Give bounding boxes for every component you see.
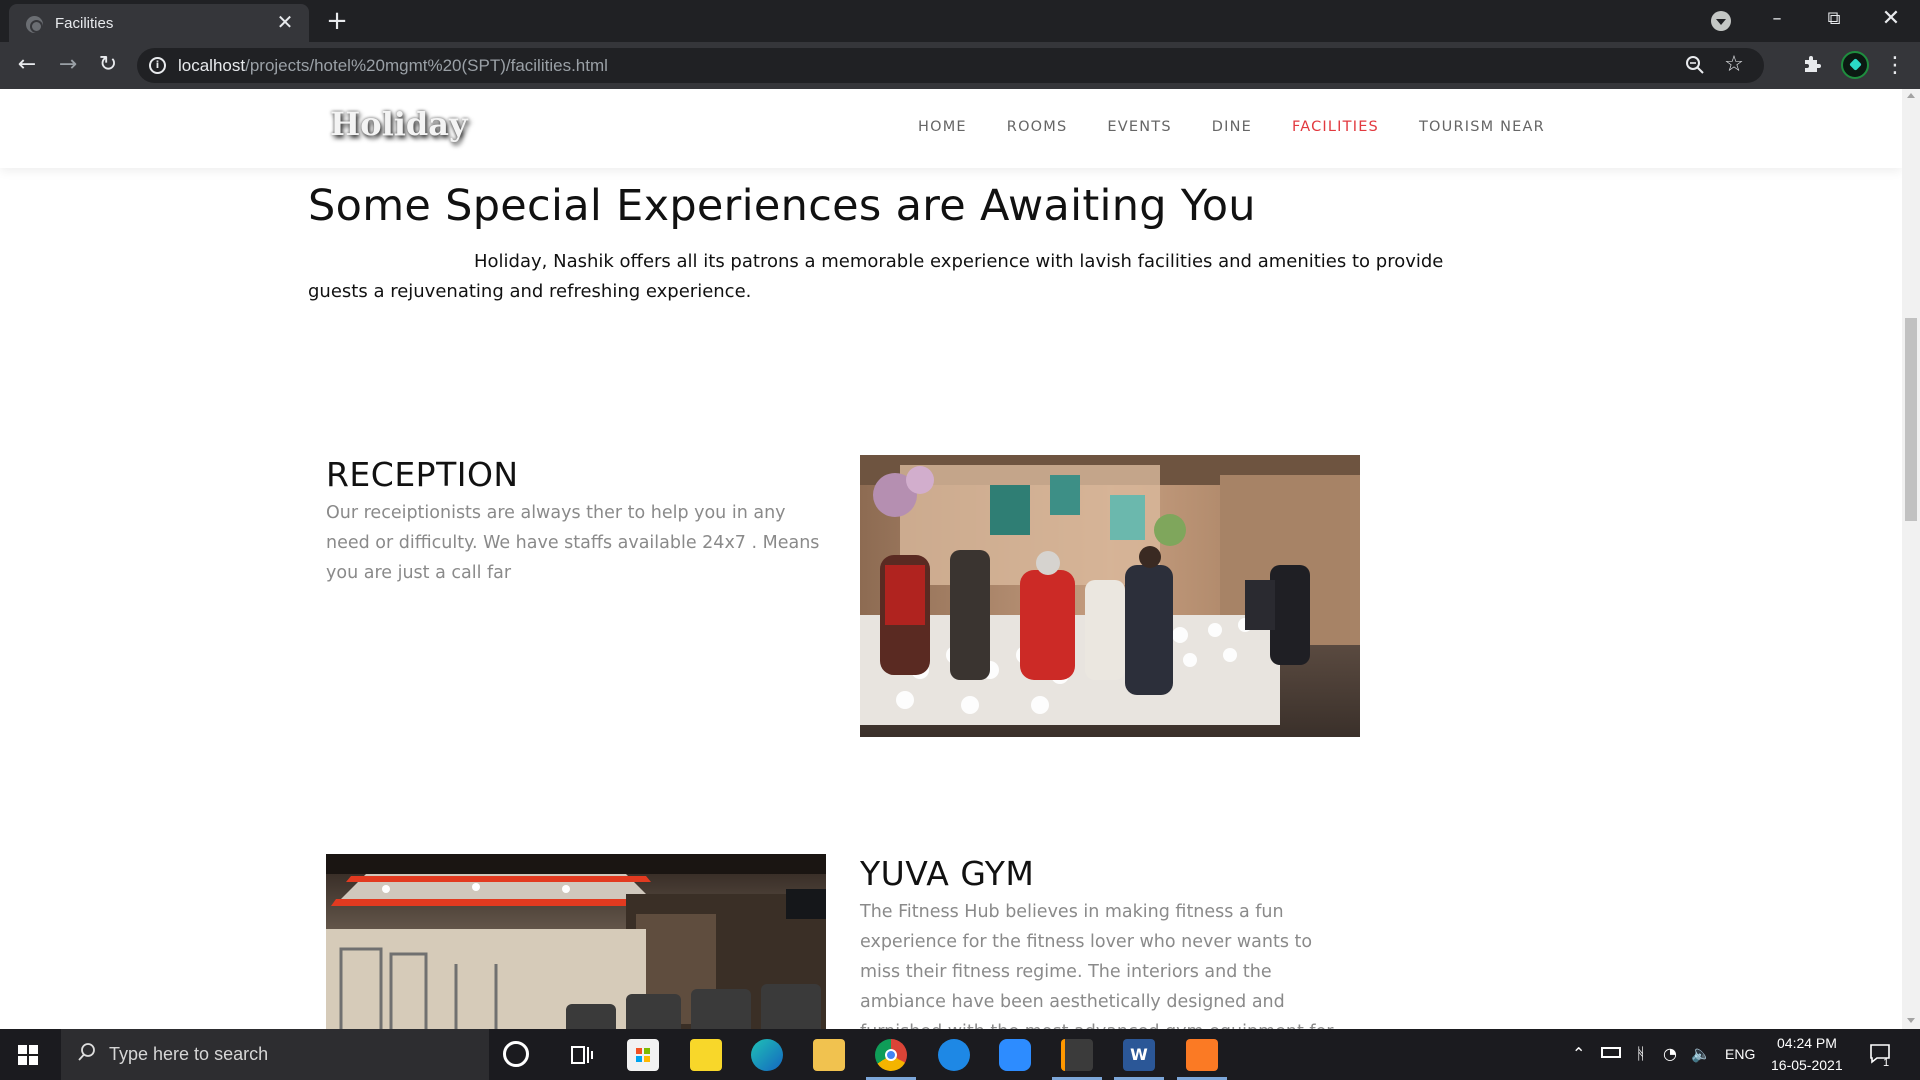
minimize-button[interactable]: –: [1748, 0, 1806, 40]
info-icon[interactable]: i: [149, 57, 166, 74]
zoom-icon[interactable]: [999, 1039, 1031, 1071]
browser-toolbar: ← → ↻ i localhost/projects/hotel%20mgmt%…: [0, 42, 1920, 89]
clock-time[interactable]: 04:24 PM: [1777, 1035, 1837, 1051]
search-icon: [77, 1042, 97, 1067]
reception-description: Our receiptionists are always ther to he…: [326, 503, 820, 583]
more-menu-icon[interactable]: ⋮: [1880, 51, 1910, 81]
address-bar[interactable]: i localhost/projects/hotel%20mgmt%20(SPT…: [137, 48, 1764, 83]
url-text[interactable]: localhost/projects/hotel%20mgmt%20(SPT)/…: [178, 56, 608, 76]
gym-photo: [326, 854, 826, 1029]
gym-title: YUVA GYM: [860, 854, 1035, 893]
browser-tab[interactable]: Facilities ✕: [9, 4, 309, 42]
language-indicator[interactable]: ENG: [1725, 1046, 1755, 1062]
page-title: Some Special Experiences are Awaiting Yo…: [308, 181, 1256, 231]
browser-tab-bar: Facilities ✕ + – ⧉ ✕: [0, 0, 1920, 42]
scroll-thumb[interactable]: [1905, 318, 1917, 521]
reception-photo: [860, 455, 1360, 737]
windows-start-icon[interactable]: [18, 1045, 38, 1065]
edge-icon[interactable]: [751, 1039, 783, 1071]
bookmark-star-icon[interactable]: ☆: [1722, 52, 1746, 78]
taskbar: Type here to search W ⌃ ᚻ ◔ 🔈 ENG 04:24 …: [0, 1029, 1920, 1080]
app-icon[interactable]: [938, 1039, 970, 1071]
nav-events[interactable]: EVENTS: [1107, 119, 1171, 135]
notification-count: 1: [1883, 1057, 1890, 1069]
battery-icon[interactable]: [1601, 1047, 1621, 1058]
nav-home[interactable]: HOME: [918, 119, 967, 135]
site-logo[interactable]: Holiday: [330, 105, 468, 143]
store-icon[interactable]: [627, 1039, 659, 1071]
close-tab-icon[interactable]: ✕: [273, 10, 297, 34]
bluetooth-icon[interactable]: ᚻ: [1636, 1044, 1646, 1063]
globe-icon: [26, 16, 43, 33]
profile-avatar-icon[interactable]: [1841, 51, 1869, 79]
taskbar-search-box[interactable]: Type here to search: [61, 1029, 489, 1080]
sublime-text-icon[interactable]: [1061, 1039, 1093, 1071]
tab-title: Facilities: [55, 15, 114, 32]
scroll-up-icon[interactable]: [1907, 93, 1915, 98]
restore-button[interactable]: ⧉: [1805, 0, 1863, 40]
search-placeholder: Type here to search: [109, 1044, 269, 1064]
task-view-icon[interactable]: [566, 1039, 598, 1071]
cortana-icon[interactable]: [503, 1041, 529, 1067]
clock-date[interactable]: 16-05-2021: [1771, 1057, 1843, 1073]
gym-description: The Fitness Hub believes in making fitne…: [860, 902, 1333, 1029]
page-viewport: Holiday HOME ROOMS EVENTS DINE FACILITIE…: [0, 89, 1902, 1029]
zoom-icon[interactable]: [1684, 55, 1706, 77]
wifi-icon[interactable]: ◔: [1663, 1044, 1677, 1063]
site-header: Holiday HOME ROOMS EVENTS DINE FACILITIE…: [0, 89, 1902, 168]
tab-search-icon[interactable]: [1711, 11, 1731, 31]
intro-paragraph: Holiday, Nashik offers all its patrons a…: [308, 251, 1444, 302]
xampp-icon[interactable]: [1186, 1039, 1218, 1071]
word-icon[interactable]: W: [1123, 1039, 1155, 1071]
page-scrollbar[interactable]: [1902, 89, 1920, 1029]
back-arrow-icon[interactable]: ←: [12, 50, 42, 80]
reception-title: RECEPTION: [326, 455, 519, 494]
scroll-down-icon[interactable]: [1907, 1018, 1915, 1023]
chrome-icon[interactable]: [875, 1039, 907, 1071]
file-explorer-icon[interactable]: [813, 1039, 845, 1071]
main-nav: HOME ROOMS EVENTS DINE FACILITIES TOURIS…: [918, 119, 1585, 135]
nav-rooms[interactable]: ROOMS: [1007, 119, 1068, 135]
extensions-puzzle-icon[interactable]: [1800, 53, 1824, 77]
reload-icon[interactable]: ↻: [93, 50, 123, 80]
close-window-button[interactable]: ✕: [1862, 0, 1920, 40]
nav-facilities[interactable]: FACILITIES: [1292, 119, 1379, 135]
show-hidden-icons-chevron-icon[interactable]: ⌃: [1572, 1044, 1585, 1063]
forward-arrow-icon[interactable]: →: [53, 50, 83, 80]
nav-tourism-near[interactable]: TOURISM NEAR: [1419, 119, 1545, 135]
sticky-notes-icon[interactable]: [690, 1039, 722, 1071]
volume-icon[interactable]: 🔈: [1691, 1044, 1711, 1063]
nav-dine[interactable]: DINE: [1212, 119, 1252, 135]
new-tab-button[interactable]: +: [322, 6, 352, 36]
